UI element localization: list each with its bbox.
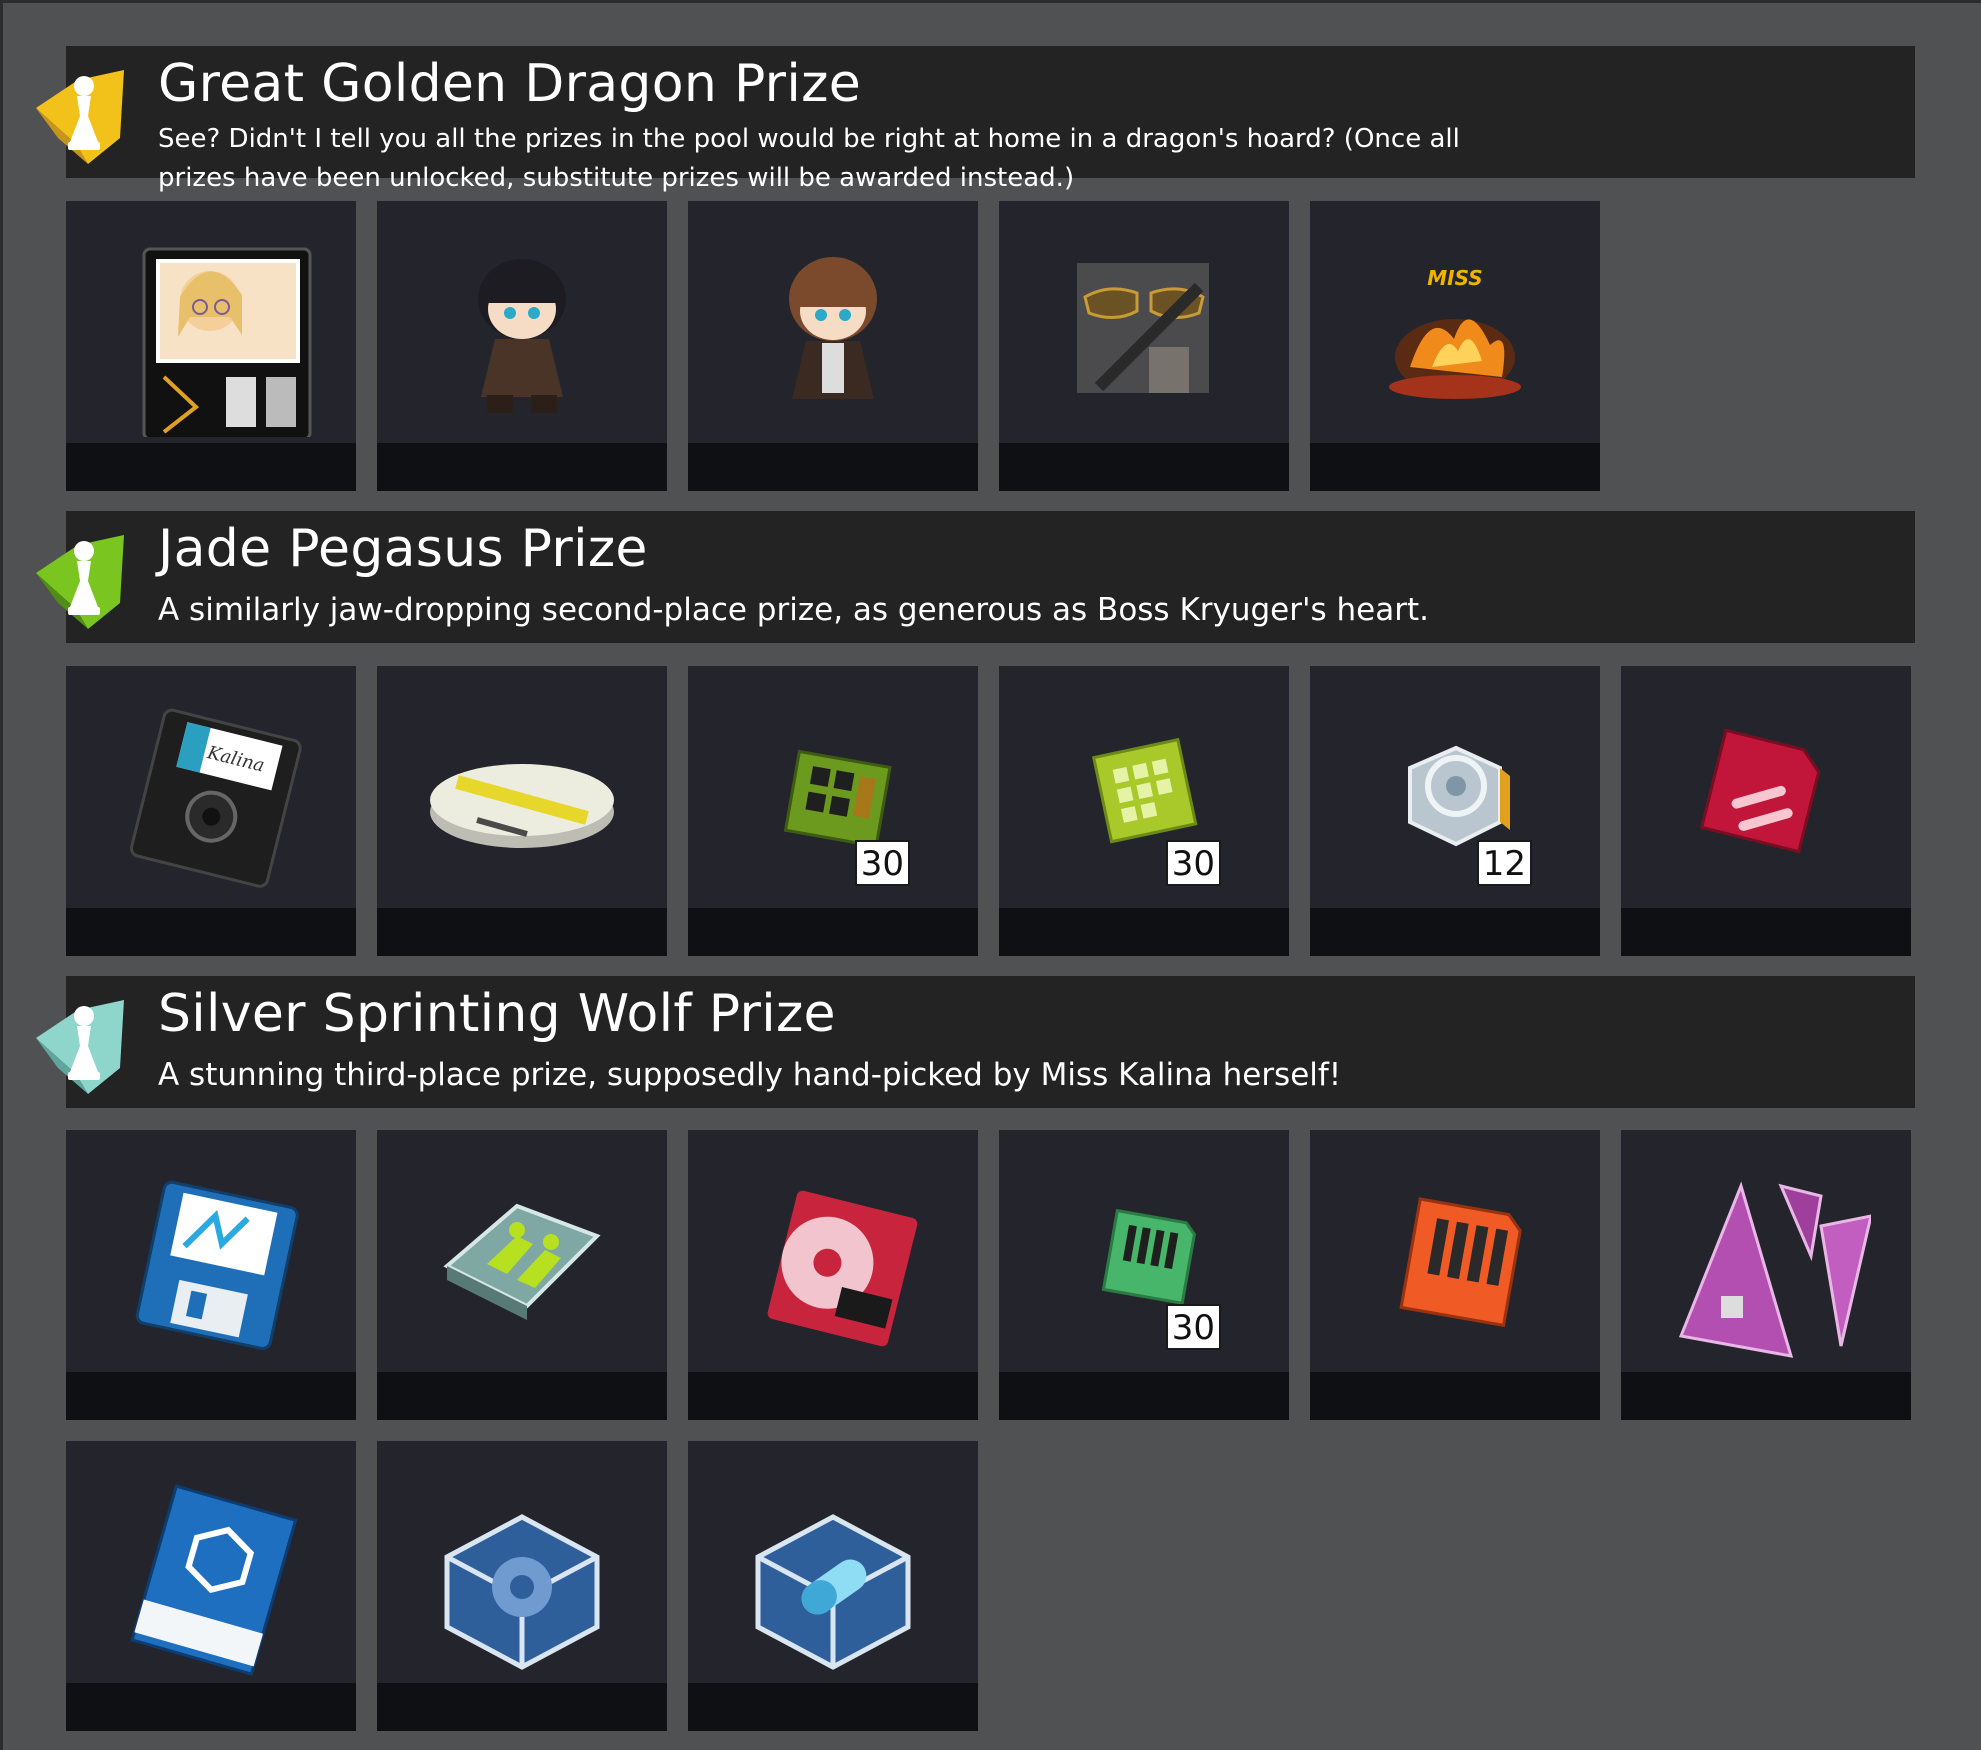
orange-memory-card-icon — [1399, 1197, 1522, 1328]
prize-item[interactable]: Kalina — [66, 666, 356, 956]
item-name-strip — [999, 443, 1289, 491]
prize-item[interactable] — [66, 1441, 356, 1731]
profile-card-icon — [142, 247, 312, 437]
red-card-icon — [1699, 728, 1821, 854]
quantity-badge: 30 — [1165, 840, 1221, 886]
item-name-strip — [377, 443, 667, 491]
prize-item[interactable] — [66, 201, 356, 491]
prize-item[interactable] — [377, 1441, 667, 1731]
prize-item[interactable] — [1621, 1130, 1911, 1420]
tier-title: Great Golden Dragon Prize — [158, 54, 861, 114]
item-name-strip — [377, 1683, 667, 1731]
minidisc-icon — [767, 1190, 918, 1347]
prize-item[interactable] — [1621, 666, 1911, 956]
item-name-strip — [1621, 908, 1911, 956]
prize-item[interactable] — [999, 201, 1289, 491]
item-name-strip — [1621, 1372, 1911, 1420]
prize-item[interactable] — [377, 201, 667, 491]
item-name-strip — [688, 1372, 978, 1420]
capsule-cube-icon — [755, 1514, 911, 1670]
miss-explosion-effect-icon: MISS — [1389, 266, 1521, 399]
item-name-strip — [1310, 1372, 1600, 1420]
purple-shards-icon — [1678, 1181, 1871, 1358]
item-name-strip — [377, 1372, 667, 1420]
item-name-strip — [377, 908, 667, 956]
svg-text:MISS: MISS — [1427, 266, 1482, 290]
item-name-strip — [1310, 443, 1600, 491]
item-name-strip — [66, 908, 356, 956]
chess-pawn-icon — [36, 535, 124, 629]
prize-item[interactable]: 12 — [1310, 666, 1600, 956]
prize-item[interactable] — [688, 1130, 978, 1420]
quantity-badge: 12 — [1476, 840, 1532, 886]
sunglasses-costume-icon — [1077, 263, 1209, 393]
tier-description: See? Didn't I tell you all the prizes in… — [158, 124, 1460, 193]
item-name-strip — [688, 908, 978, 956]
blue-manual-icon — [130, 1484, 298, 1676]
item-name-strip — [688, 443, 978, 491]
chess-pawn-icon — [36, 70, 124, 164]
prize-item[interactable] — [377, 1130, 667, 1420]
prize-item[interactable]: MISS — [1310, 201, 1600, 491]
gear-cube-icon — [444, 1514, 600, 1670]
quantity-badge: 30 — [854, 840, 910, 886]
item-name-strip — [66, 443, 356, 491]
prize-item[interactable] — [688, 1441, 978, 1731]
prize-item[interactable]: 30 — [688, 666, 978, 956]
training-tile-icon — [443, 1203, 601, 1320]
prize-item[interactable]: 30 — [999, 1130, 1289, 1420]
item-name-strip — [66, 1372, 356, 1420]
item-name-strip — [688, 1683, 978, 1731]
chess-pawn-icon — [36, 1000, 124, 1094]
item-name-strip — [999, 1372, 1289, 1420]
prize-item[interactable] — [66, 1130, 356, 1420]
prize-item[interactable] — [1310, 1130, 1600, 1420]
data-disc-icon — [430, 764, 614, 848]
tier-description: A similarly jaw-dropping second-place pr… — [158, 592, 1429, 628]
item-name-strip — [1310, 908, 1600, 956]
prize-item[interactable]: 30 — [999, 666, 1289, 956]
tier-title: Jade Pegasus Prize — [158, 519, 648, 579]
prize-item[interactable] — [377, 666, 667, 956]
chibi-officer-brown-hair-icon — [789, 257, 877, 399]
blue-floppy-disk-icon — [135, 1180, 299, 1350]
tier-description: A stunning third-place prize, supposedly… — [158, 1057, 1342, 1093]
tier-title: Silver Sprinting Wolf Prize — [158, 984, 836, 1044]
prize-item[interactable] — [688, 201, 978, 491]
item-name-strip — [66, 1683, 356, 1731]
chibi-officer-black-hair-icon — [478, 259, 566, 413]
item-name-strip — [999, 908, 1289, 956]
quantity-badge: 30 — [1165, 1304, 1221, 1350]
black-floppy-disk-icon: Kalina — [129, 708, 302, 888]
